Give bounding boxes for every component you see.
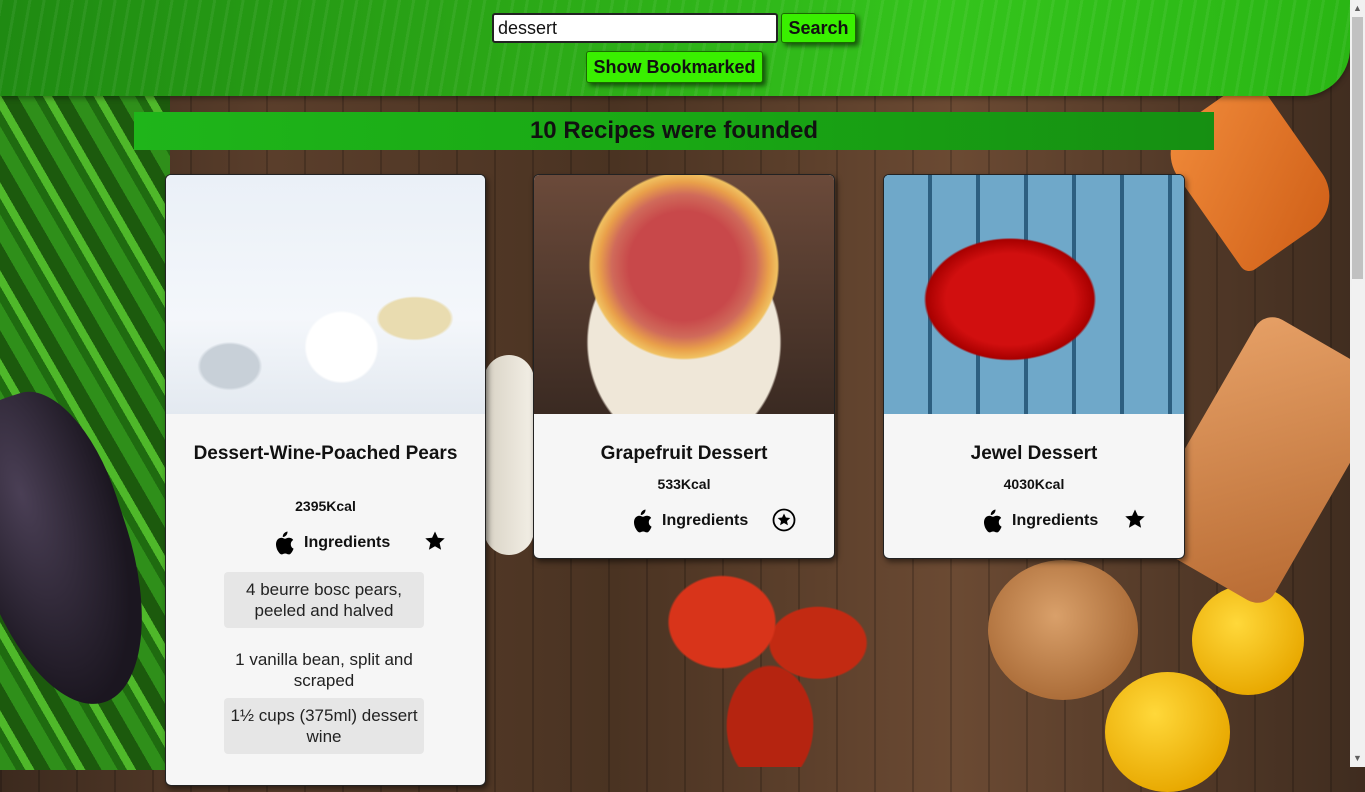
recipe-card[interactable]: Jewel Dessert 4030Kcal Ingredients — [883, 174, 1185, 559]
bookmark-star-icon[interactable] — [772, 508, 796, 532]
ingredients-toggle[interactable]: Ingredients — [270, 529, 390, 557]
show-bookmarked-button[interactable]: Show Bookmarked — [586, 51, 763, 83]
search-input[interactable] — [492, 13, 778, 43]
background-leek — [0, 90, 170, 770]
recipe-title: Jewel Dessert — [970, 443, 1098, 464]
page-scrollbar[interactable]: ▲ ▼ — [1350, 0, 1365, 767]
recipe-title: Grapefruit Dessert — [600, 443, 768, 464]
background-garlic — [484, 355, 534, 555]
recipe-photo — [884, 175, 1184, 414]
apple-icon — [633, 509, 652, 533]
background-crayfish — [650, 560, 890, 767]
header: Search Show Bookmarked — [0, 0, 1350, 96]
background-eggplant — [0, 374, 176, 726]
recipe-title: Dessert-Wine-Poached Pears — [193, 443, 458, 464]
recipe-card[interactable]: Grapefruit Dessert 533Kcal Ingredients — [533, 174, 835, 559]
recipe-kcal: 4030Kcal — [1003, 476, 1065, 492]
results-count-text: 10 Recipes were founded — [529, 117, 819, 144]
ingredients-label: Ingredients — [662, 512, 749, 529]
apple-icon — [275, 531, 294, 555]
recipe-photo — [166, 175, 485, 414]
bookmark-star-icon[interactable] — [1123, 507, 1147, 531]
bookmark-star-icon[interactable] — [423, 529, 447, 553]
scroll-up-arrow-icon[interactable]: ▲ — [1352, 2, 1363, 14]
background-lemon — [1192, 585, 1304, 695]
background-lemon — [1105, 672, 1230, 792]
ingredient-item: 1½ cups (375ml) dessert wine — [224, 698, 424, 754]
recipe-card[interactable]: Dessert-Wine-Poached Pears 2395Kcal Ingr… — [165, 174, 486, 786]
apple-icon — [983, 509, 1002, 533]
ingredients-toggle[interactable]: Ingredients — [628, 507, 748, 535]
ingredients-label: Ingredients — [304, 534, 391, 551]
recipe-kcal: 533Kcal — [657, 476, 711, 492]
results-banner: 10 Recipes were founded — [134, 112, 1214, 150]
scroll-down-arrow-icon[interactable]: ▼ — [1352, 752, 1363, 764]
ingredient-item: 4 beurre bosc pears, peeled and halved — [224, 572, 424, 628]
search-button[interactable]: Search — [781, 13, 856, 43]
ingredient-item: 1 vanilla bean, split and scraped — [235, 650, 413, 690]
recipe-kcal: 2395Kcal — [295, 498, 356, 514]
ingredients-label: Ingredients — [1012, 512, 1099, 529]
ingredients-toggle[interactable]: Ingredients — [978, 507, 1098, 535]
scrollbar-thumb[interactable] — [1352, 17, 1363, 279]
background-spoon — [988, 560, 1138, 700]
recipe-photo — [534, 175, 834, 414]
